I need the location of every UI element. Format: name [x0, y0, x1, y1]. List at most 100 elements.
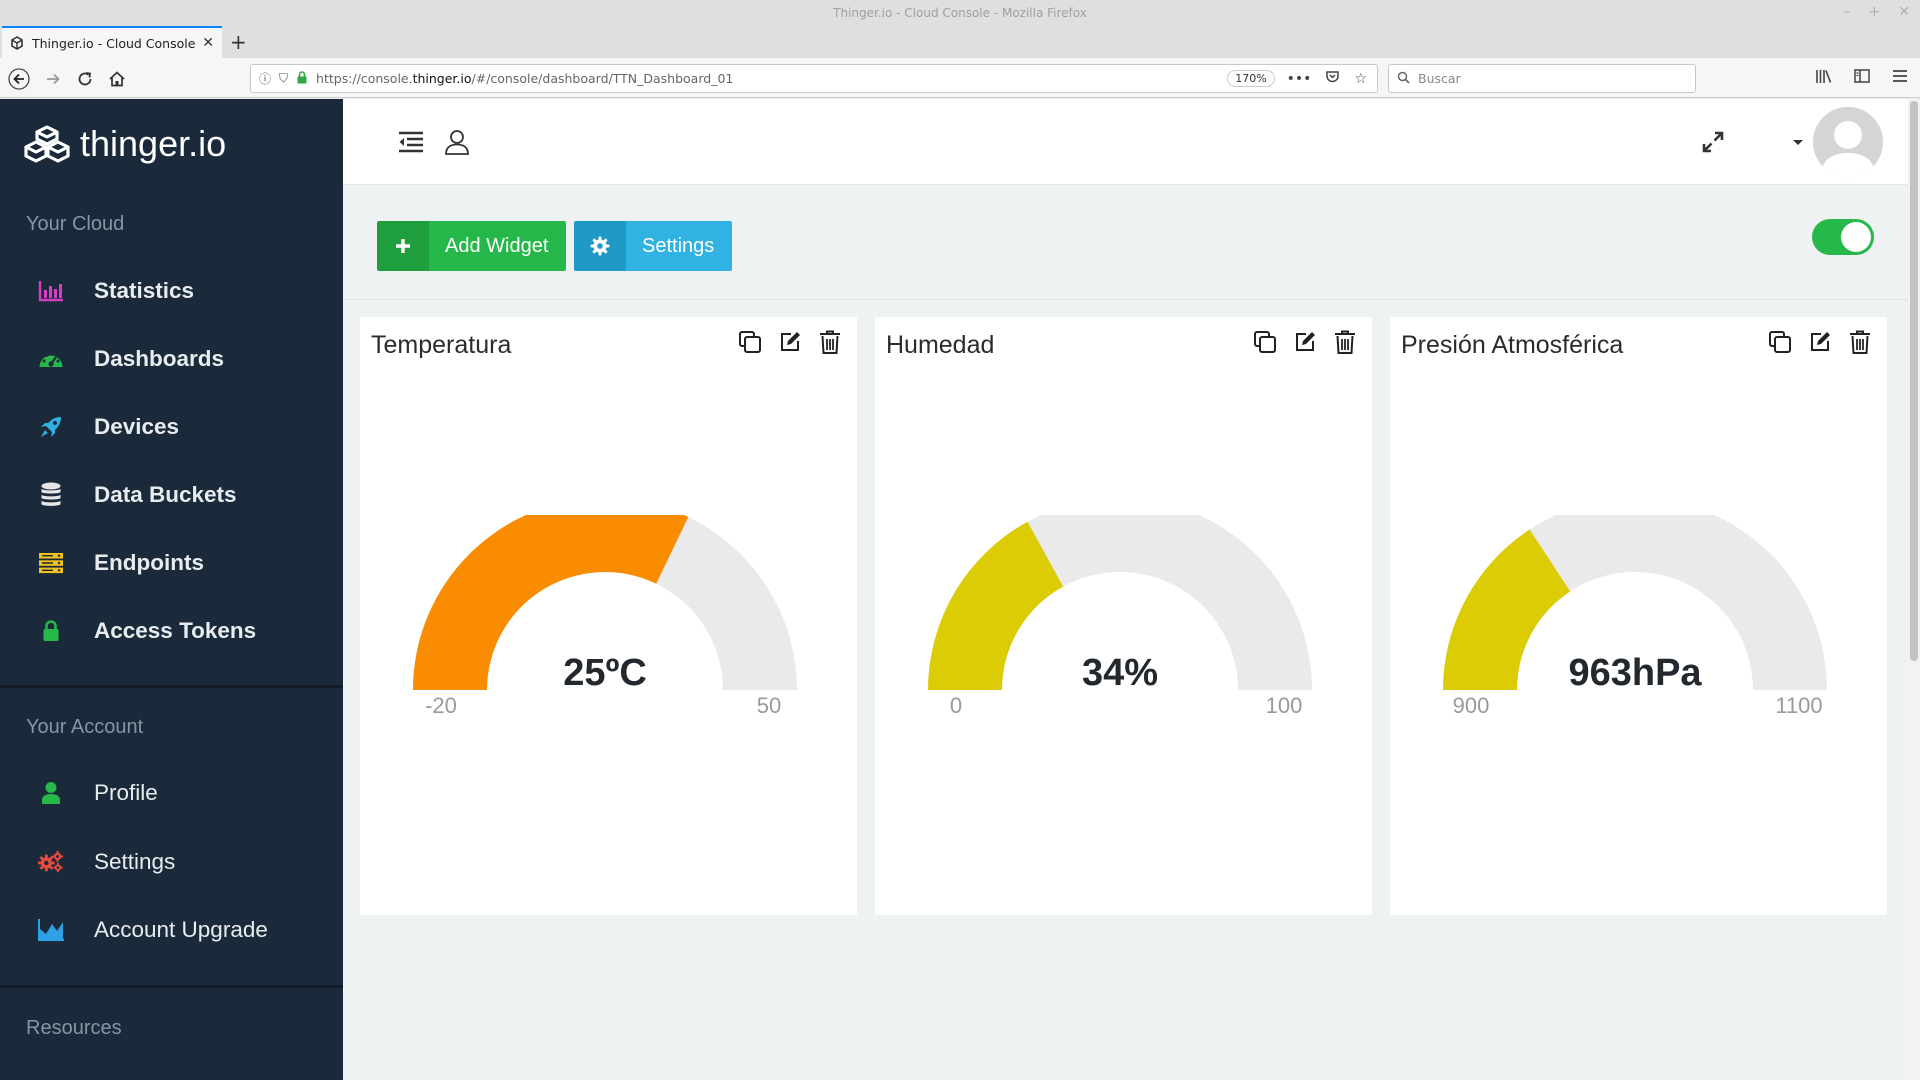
sidebar-item-access-tokens[interactable]: Access Tokens [0, 597, 343, 665]
sidebar-item-label: Dashboards [94, 346, 225, 371]
add-widget-label: Add Widget [429, 221, 567, 271]
shield-icon[interactable]: ⛉ [279, 71, 288, 86]
edit-icon[interactable] [1807, 329, 1833, 355]
close-tab-icon[interactable]: ✕ [202, 35, 214, 51]
reload-icon [78, 72, 92, 86]
avatar[interactable] [1813, 107, 1883, 177]
navigation-bar: ⓘ ⛉ https://console.thinger.io/#/console… [0, 58, 1920, 98]
sidebar-item-profile[interactable]: Profile [0, 759, 343, 827]
edit-icon[interactable] [777, 329, 803, 355]
gauge-chart: 963hPa 900 1100 [1443, 515, 1827, 718]
sidebar-item-statistics[interactable]: Statistics [0, 257, 343, 325]
fullscreen-button[interactable] [1696, 125, 1730, 159]
gauge-min-label: -20 [425, 693, 457, 718]
gauge-value-text: 25ºC [563, 652, 647, 694]
section-resources: Resources [26, 1017, 122, 1039]
back-arrow-icon [8, 68, 30, 90]
page-scrollbar[interactable] [1908, 99, 1920, 1080]
gauge-max-label: 50 [757, 693, 781, 718]
hamburger-menu-icon[interactable] [1892, 69, 1908, 88]
sidebar-item-label: Endpoints [94, 550, 204, 575]
gear-icon [574, 221, 626, 271]
default-avatar-icon [1813, 107, 1883, 177]
top-bar [343, 99, 1908, 185]
logo[interactable]: thinger.io [24, 123, 226, 165]
section-your-account: Your Account [26, 716, 144, 738]
widget-title: Temperatura [371, 331, 512, 359]
trash-icon[interactable] [1847, 329, 1873, 355]
widget-humedad: Humedad 34% 0 100 [875, 317, 1372, 915]
favicon-icon [10, 36, 24, 50]
toggle-knob [1841, 222, 1871, 252]
browser-tab[interactable]: Thinger.io - Cloud Console ✕ [2, 26, 222, 58]
url-bar[interactable]: ⓘ ⛉ https://console.thinger.io/#/console… [250, 64, 1378, 93]
minimize-icon[interactable]: – [1844, 4, 1851, 20]
sidebar-item-data-buckets[interactable]: Data Buckets [0, 461, 343, 529]
sidebar: thinger.io Your Cloud Statistics Dashboa… [0, 99, 343, 1080]
home-button[interactable] [104, 66, 130, 92]
reload-button[interactable] [72, 66, 98, 92]
maximize-icon[interactable]: + [1869, 4, 1881, 20]
edit-icon[interactable] [1292, 329, 1318, 355]
sidebar-item-label: Profile [94, 780, 158, 805]
padlock-icon[interactable] [296, 70, 308, 87]
sidebar-item-dashboards[interactable]: Dashboards [0, 325, 343, 393]
sidebar-item-devices[interactable]: Devices [0, 393, 343, 461]
window-title: Thinger.io - Cloud Console - Mozilla Fir… [833, 6, 1087, 20]
new-tab-icon[interactable]: + [230, 30, 247, 54]
trash-icon[interactable] [817, 329, 843, 355]
close-window-icon[interactable]: ✕ [1898, 4, 1910, 20]
widget-title: Humedad [886, 331, 995, 359]
plus-icon [377, 221, 429, 271]
gauge-chart: 34% 0 100 [928, 515, 1312, 718]
user-outline-icon [445, 130, 469, 155]
search-placeholder: Buscar [1418, 71, 1461, 86]
trash-icon[interactable] [1332, 329, 1358, 355]
search-field[interactable]: Buscar [1388, 64, 1696, 93]
url-text[interactable]: https://console.thinger.io/#/console/das… [316, 71, 1227, 86]
copy-icon[interactable] [1252, 329, 1278, 355]
copy-icon[interactable] [737, 329, 763, 355]
bar-chart-icon [38, 278, 64, 304]
account-dropdown-button[interactable] [1781, 125, 1815, 159]
gauge-max-label: 100 [1266, 693, 1303, 718]
back-button[interactable] [6, 66, 32, 92]
sidebar-item-label: Settings [94, 849, 176, 874]
sidebar-item-endpoints[interactable]: Endpoints [0, 529, 343, 597]
page-actions-icon[interactable]: ••• [1287, 71, 1312, 87]
home-icon [109, 71, 125, 87]
forward-button[interactable] [40, 66, 66, 92]
settings-button[interactable]: Settings [574, 221, 733, 271]
copy-icon[interactable] [1767, 329, 1793, 355]
settings-label: Settings [626, 221, 733, 271]
bookmark-star-icon[interactable]: ☆ [1354, 71, 1367, 87]
sidebar-item-label: Statistics [94, 278, 195, 303]
sidebar-toggle-icon[interactable] [1854, 69, 1870, 88]
library-icon[interactable] [1815, 69, 1832, 88]
dashboard-edit-toggle[interactable] [1812, 219, 1874, 255]
widget-presion-atmosferica: Presión Atmosférica 963hPa 900 1100 [1390, 317, 1887, 915]
info-icon[interactable]: ⓘ [259, 70, 271, 87]
main-content: Add Widget Settings Temperatura 25ºC -20… [343, 99, 1920, 1080]
widget-temperatura: Temperatura 25ºC -20 50 [360, 317, 857, 915]
gauge-min-label: 900 [1453, 693, 1490, 718]
gauge-value-text: 963hPa [1568, 652, 1702, 694]
toolbar-separator [343, 299, 1908, 300]
tab-strip: Thinger.io - Cloud Console ✕ + [0, 22, 1920, 58]
collapse-sidebar-button[interactable] [394, 125, 428, 159]
widget-actions [1252, 329, 1358, 355]
area-chart-icon [38, 917, 64, 943]
sidebar-item-label: Devices [94, 414, 180, 439]
user-menu-button[interactable] [440, 125, 474, 159]
gauge-chart: 25ºC -20 50 [413, 515, 797, 718]
lock-icon [38, 618, 64, 644]
pocket-icon[interactable] [1325, 69, 1340, 88]
zoom-level[interactable]: 170% [1227, 70, 1275, 87]
scrollbar-thumb[interactable] [1910, 101, 1918, 661]
sidebar-item-account-upgrade[interactable]: Account Upgrade [0, 896, 343, 964]
dashboard-icon [38, 346, 64, 372]
sidebar-item-settings[interactable]: Settings [0, 828, 343, 896]
caret-down-icon [1793, 140, 1803, 145]
add-widget-button[interactable]: Add Widget [377, 221, 567, 271]
search-icon [1397, 71, 1410, 87]
